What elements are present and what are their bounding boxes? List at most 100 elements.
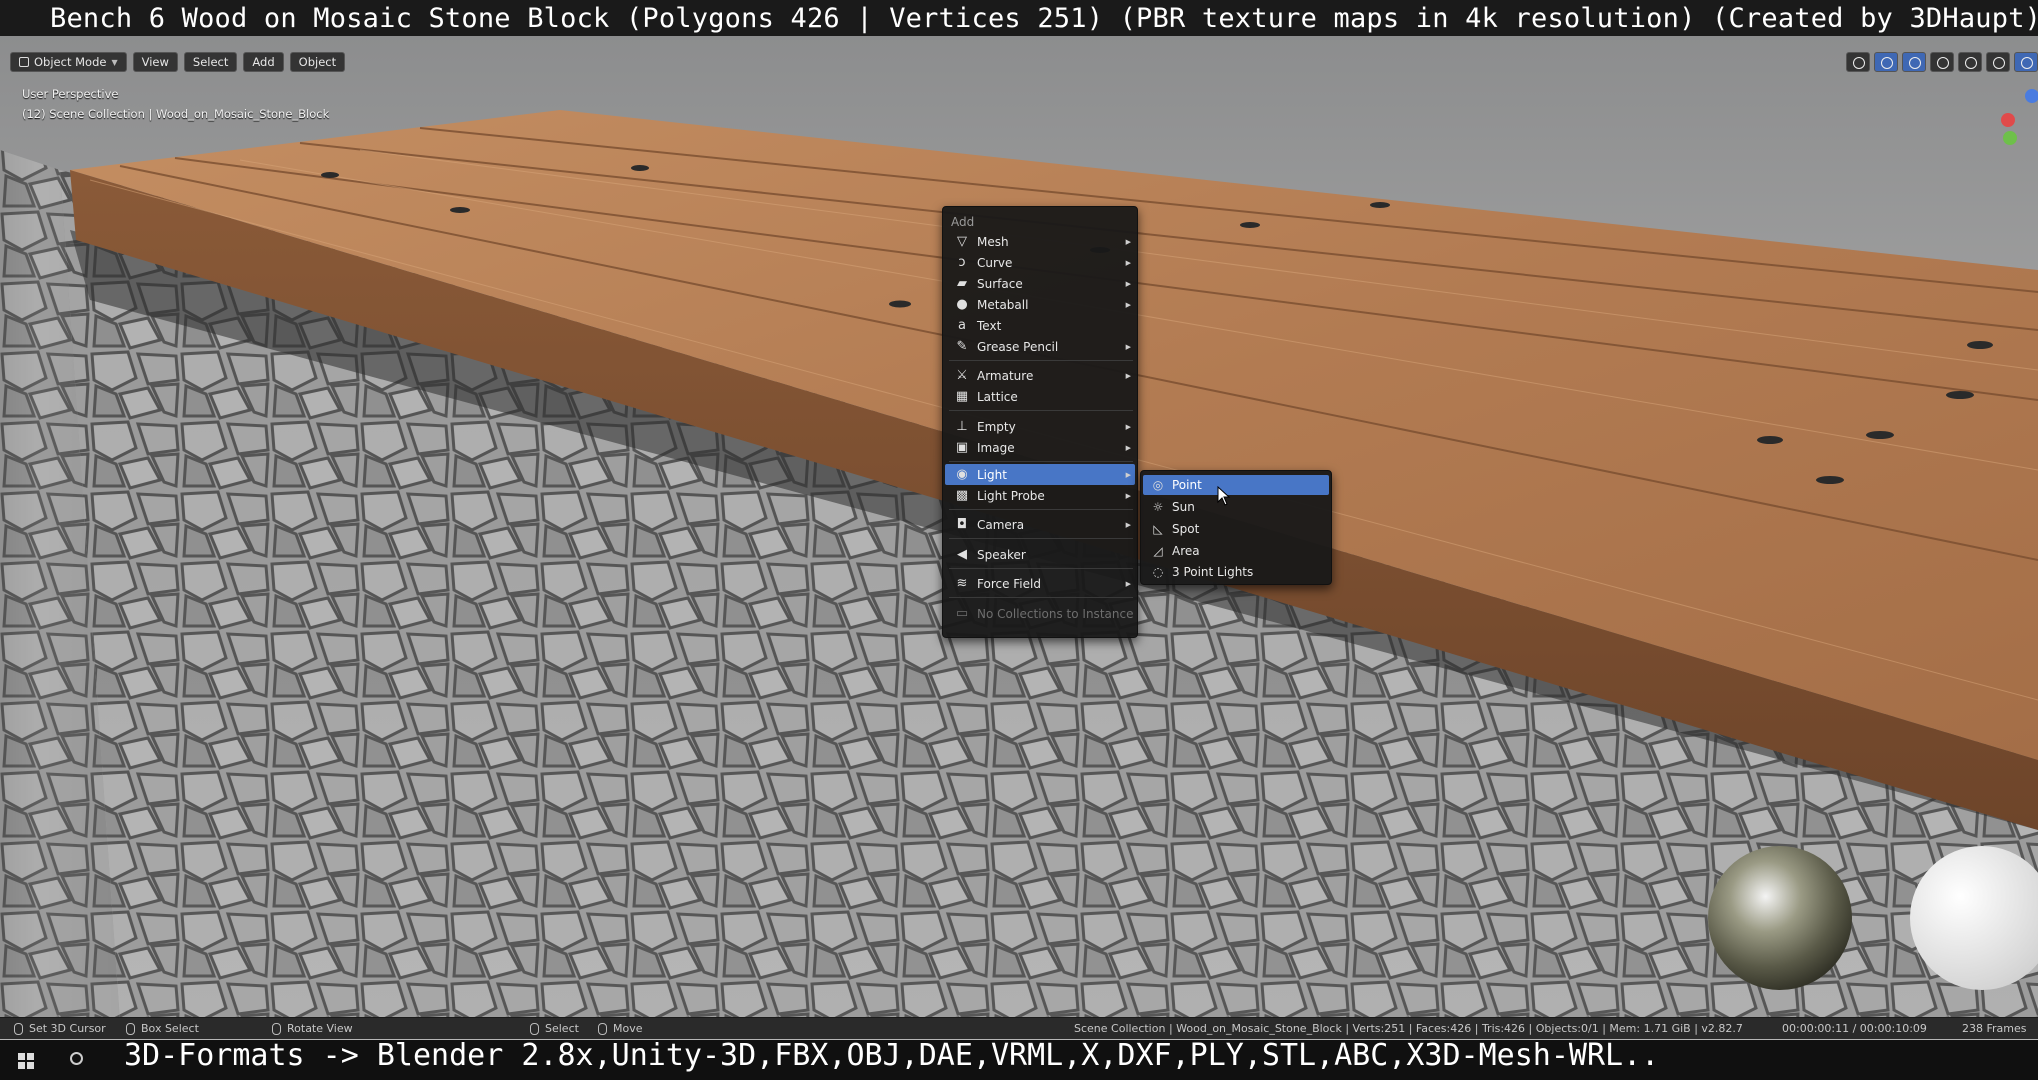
- sun-light-icon: ☼: [1152, 500, 1164, 514]
- menu-item-light[interactable]: ◉ Light ▶: [945, 464, 1135, 485]
- submenu-arrow-icon: ▶: [1125, 279, 1131, 288]
- menu-item-curve[interactable]: ↄ Curve ▶: [945, 252, 1135, 273]
- menu-separator: [949, 597, 1133, 598]
- object-mode-icon: [19, 57, 29, 67]
- menu-item-mesh[interactable]: ▽ Mesh ▶: [945, 231, 1135, 252]
- menu-item-camera[interactable]: ◘ Camera ▶: [945, 514, 1135, 535]
- playback-time: 00:00:00:11 / 00:00:10:09: [1782, 1022, 1927, 1035]
- submenu-arrow-icon: ▶: [1125, 443, 1131, 452]
- submenu-item-sun[interactable]: ☼ Sun: [1143, 497, 1329, 517]
- menu-item-label: Armature: [977, 368, 1034, 383]
- submenu-arrow-icon: ▶: [1125, 520, 1131, 529]
- submenu-item-area[interactable]: ◿ Area: [1143, 541, 1329, 561]
- submenu-item-label: Spot: [1172, 522, 1200, 536]
- menu-item-label: Camera: [977, 517, 1025, 532]
- menu-item-empty[interactable]: ⊥ Empty ▶: [945, 416, 1135, 437]
- collection-icon: ▭: [955, 605, 969, 621]
- menu-item-label: Force Field: [977, 576, 1041, 591]
- submenu-arrow-icon: ▶: [1125, 579, 1131, 588]
- object-mode-dropdown[interactable]: Object Mode ▼: [10, 52, 127, 72]
- mesh-icon: ▽: [957, 233, 967, 249]
- force-field-icon: ≋: [956, 575, 968, 591]
- windows-start-icon[interactable]: [18, 1053, 34, 1069]
- menu-separator: [949, 538, 1133, 539]
- menu-item-image[interactable]: ▣ Image ▶: [945, 437, 1135, 458]
- camera-icon: ◘: [956, 516, 968, 532]
- menu-item-label: Lattice: [977, 389, 1018, 404]
- menu-item-text[interactable]: a Text: [945, 315, 1135, 336]
- scene-collection-label: (12) Scene Collection | Wood_on_Mosaic_S…: [22, 107, 330, 121]
- mouse-middle-icon: [272, 1022, 281, 1035]
- menu-item-label: Grease Pencil: [977, 339, 1059, 354]
- solid-shading-icon[interactable]: [1986, 52, 2010, 72]
- menu-item-label: Text: [977, 318, 1002, 333]
- search-icon[interactable]: [70, 1052, 83, 1065]
- viewport-shading-controls: [1846, 52, 2038, 72]
- gizmo-toggle-icon[interactable]: [1874, 52, 1898, 72]
- menu-item-lattice[interactable]: ▦ Lattice: [945, 386, 1135, 407]
- menu-item-force-field[interactable]: ≋ Force Field ▶: [945, 573, 1135, 594]
- wireframe-shading-icon[interactable]: [1958, 52, 1982, 72]
- submenu-arrow-icon: ▶: [1125, 491, 1131, 500]
- menu-item-label: No Collections to Instance: [977, 606, 1134, 621]
- status-move-label: Move: [613, 1022, 643, 1035]
- submenu-arrow-icon: ▶: [1125, 470, 1131, 479]
- submenu-item-point[interactable]: ◎ Point: [1143, 475, 1329, 495]
- menu-separator: [949, 410, 1133, 411]
- mouse-pointer-icon: [1217, 486, 1231, 506]
- light-probe-icon: ▩: [955, 487, 969, 503]
- text-icon: a: [958, 317, 966, 333]
- frame-count: 238 Frames: [1962, 1022, 2027, 1035]
- menu-item-light-probe[interactable]: ▩ Light Probe ▶: [945, 485, 1135, 506]
- three-point-lights-icon: ◌: [1152, 565, 1164, 579]
- menu-item-grease-pencil[interactable]: ✎ Grease Pencil ▶: [945, 336, 1135, 357]
- viewport-header: Object Mode ▼ View Select Add Object: [0, 52, 346, 74]
- menu-item-label: Curve: [977, 255, 1013, 270]
- menu-item-label: Speaker: [977, 547, 1026, 562]
- material-preview-shading-icon[interactable]: [2014, 52, 2038, 72]
- menu-item-label: Image: [977, 440, 1015, 455]
- xray-toggle-icon[interactable]: [1930, 52, 1954, 72]
- surface-icon: ▰: [957, 275, 967, 291]
- status-bar: Set 3D Cursor Box Select Rotate View Sel…: [0, 1017, 2038, 1039]
- submenu-item-label: Sun: [1172, 500, 1195, 514]
- status-select: Select: [530, 1022, 579, 1035]
- menu-separator: [949, 461, 1133, 462]
- submenu-item-spot[interactable]: ◺ Spot: [1143, 519, 1329, 539]
- submenu-arrow-icon: ▶: [1125, 342, 1131, 351]
- submenu-item-3-point-lights[interactable]: ◌ 3 Point Lights: [1143, 562, 1329, 582]
- overlay-toggle-icon[interactable]: [1902, 52, 1926, 72]
- view-menu[interactable]: View: [132, 52, 178, 72]
- submenu-arrow-icon: ▶: [1125, 371, 1131, 380]
- status-set-cursor: Set 3D Cursor: [14, 1022, 106, 1035]
- submenu-item-label: Point: [1172, 478, 1202, 492]
- view-perspective-label: User Perspective: [22, 87, 119, 101]
- speaker-icon: ◀: [957, 546, 967, 562]
- add-menu[interactable]: Add: [243, 52, 284, 72]
- object-mode-label: Object Mode: [34, 55, 107, 69]
- menu-item-armature[interactable]: ⚔ Armature ▶: [945, 365, 1135, 386]
- menu-item-label: Metaball: [977, 297, 1029, 312]
- menu-item-speaker[interactable]: ◀ Speaker: [945, 544, 1135, 565]
- area-light-icon: ◿: [1153, 544, 1163, 558]
- visibility-icon[interactable]: [1846, 52, 1870, 72]
- menu-item-metaball[interactable]: ● Metaball ▶: [945, 294, 1135, 315]
- empty-icon: ⊥: [956, 418, 968, 434]
- select-menu[interactable]: Select: [183, 52, 238, 72]
- submenu-arrow-icon: ▶: [1125, 258, 1131, 267]
- menu-item-label: Light Probe: [977, 488, 1045, 503]
- metaball-icon: ●: [956, 296, 968, 312]
- menu-item-surface[interactable]: ▰ Surface ▶: [945, 273, 1135, 294]
- light-icon: ◉: [956, 466, 968, 482]
- menu-item-label: Surface: [977, 276, 1023, 291]
- status-rotate-view: Rotate View: [272, 1022, 353, 1035]
- grease-pencil-icon: ✎: [956, 338, 968, 354]
- status-rotate-view-label: Rotate View: [287, 1022, 353, 1035]
- menu-item-label: Mesh: [977, 234, 1009, 249]
- image-icon: ▣: [955, 439, 969, 455]
- object-menu[interactable]: Object: [289, 52, 346, 72]
- lattice-icon: ▦: [955, 388, 969, 404]
- status-move: Move: [598, 1022, 643, 1035]
- submenu-arrow-icon: ▶: [1125, 237, 1131, 246]
- menu-separator: [949, 360, 1133, 361]
